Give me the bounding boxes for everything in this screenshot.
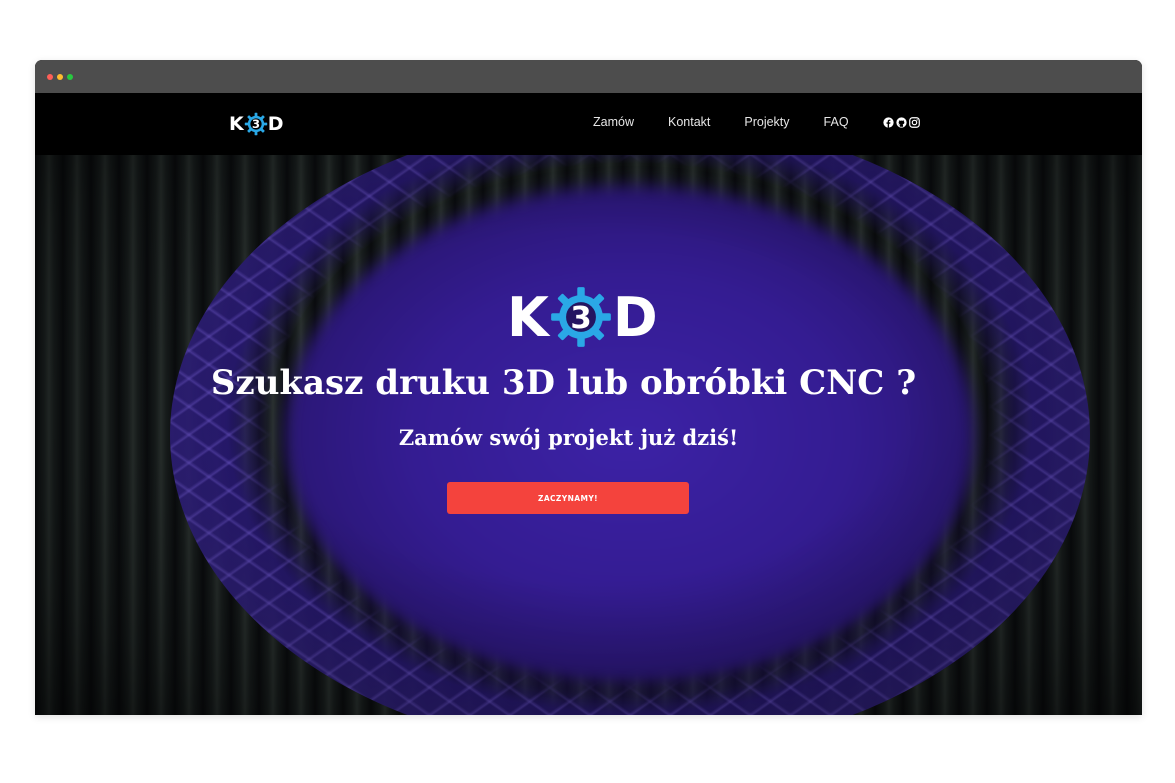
zaczynamy-button[interactable]: ZACZYNAMY!	[447, 482, 689, 514]
browser-window: K 3 D Zamów Kontakt Projekty FAQ K 3 D S…	[35, 60, 1142, 715]
nav-links: Zamów Kontakt Projekty FAQ	[593, 115, 920, 129]
hero-subtitle: Zamów swój projekt już dziś!	[398, 425, 739, 450]
nav-link-zamow[interactable]: Zamów	[593, 115, 634, 129]
facebook-icon[interactable]	[882, 116, 894, 128]
logo-gear-icon: 3	[244, 112, 268, 136]
nav-link-faq[interactable]: FAQ	[824, 115, 849, 129]
window-titlebar	[35, 60, 1142, 93]
minimize-window-dot[interactable]	[57, 74, 63, 80]
hero-section: K 3 D Szukasz druku 3D lub obróbki CNC ?…	[35, 155, 1142, 715]
github-icon[interactable]	[895, 116, 907, 128]
hero-logo-letter-d: D	[612, 285, 658, 349]
close-window-dot[interactable]	[47, 74, 53, 80]
nav-link-projekty[interactable]: Projekty	[744, 115, 789, 129]
nav-link-kontakt[interactable]: Kontakt	[668, 115, 710, 129]
logo-letter-d: D	[267, 113, 284, 135]
site-navbar: K 3 D Zamów Kontakt Projekty FAQ	[35, 93, 1142, 155]
hero-title: Szukasz druku 3D lub obróbki CNC ?	[210, 363, 917, 403]
hero-logo-letter-k: K	[507, 285, 549, 349]
hero-logo-gear-icon: 3	[549, 285, 613, 349]
hero-logo: K 3 D	[507, 285, 658, 349]
nav-logo[interactable]: K 3 D	[229, 112, 284, 136]
hero-logo-gear-digit: 3	[570, 301, 591, 336]
logo-letter-k: K	[229, 113, 244, 135]
instagram-icon[interactable]	[908, 116, 920, 128]
logo-gear-digit: 3	[252, 117, 260, 131]
social-links	[882, 116, 920, 128]
maximize-window-dot[interactable]	[67, 74, 73, 80]
hero-content: K 3 D Szukasz druku 3D lub obróbki CNC ?…	[35, 155, 1142, 715]
